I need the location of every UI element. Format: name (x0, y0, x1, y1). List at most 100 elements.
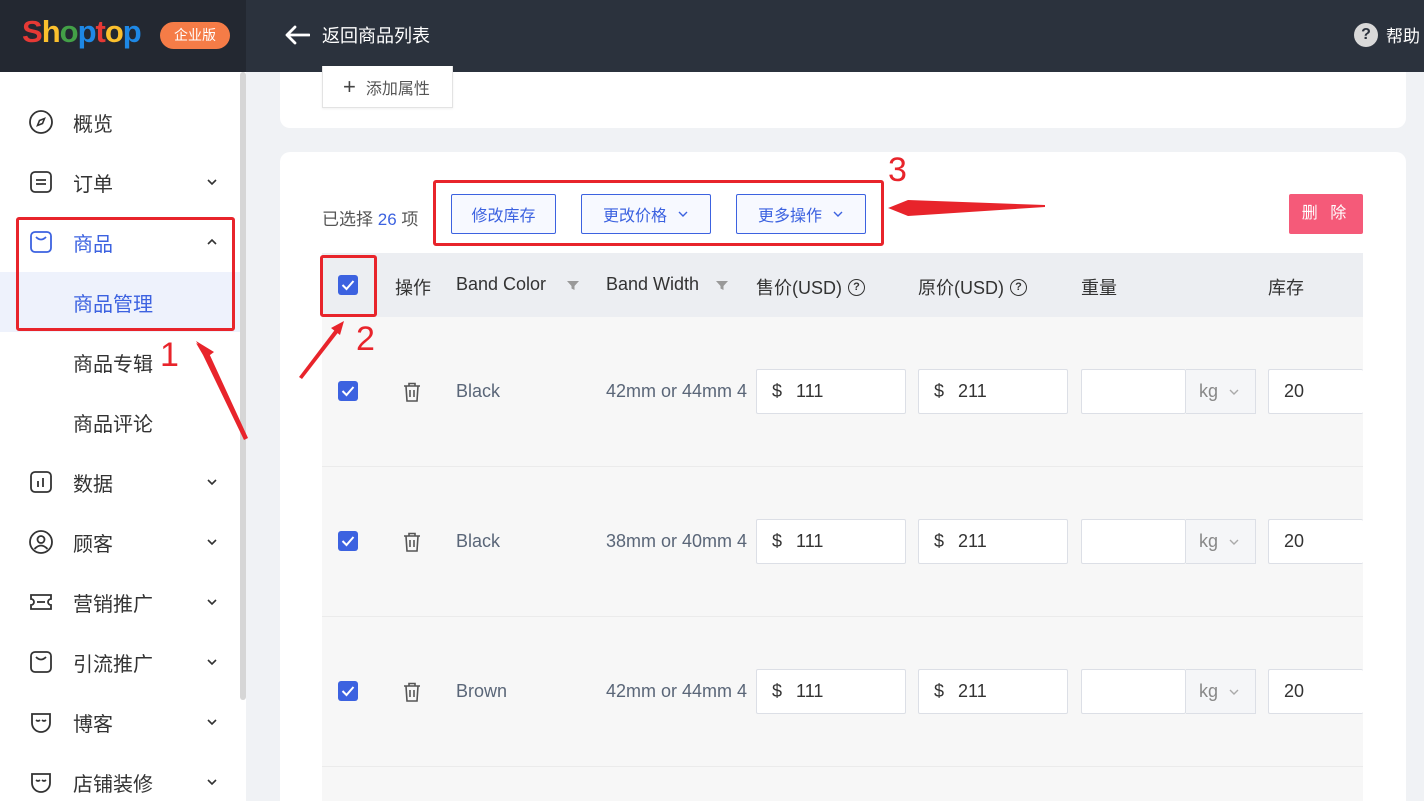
sidebar-subitem-collections[interactable]: 商品专辑 (0, 332, 240, 392)
stock-input[interactable]: 20 (1268, 519, 1363, 564)
currency-symbol: $ (934, 681, 945, 701)
chevron-down-icon (207, 659, 217, 666)
checkmark-icon (341, 536, 355, 547)
currency-symbol: $ (934, 381, 945, 401)
column-label: 库存 (1268, 278, 1304, 298)
add-attribute-button[interactable]: + 添加属性 (322, 66, 453, 108)
weight-unit-select[interactable]: kg (1186, 519, 1256, 564)
chevron-down-icon (207, 719, 217, 726)
back-label: 返回商品列表 (322, 26, 430, 46)
stock-input[interactable]: 20 (1268, 669, 1363, 714)
question-icon[interactable]: ? (1010, 278, 1027, 296)
price-value: 111 (796, 381, 824, 401)
currency-symbol: $ (934, 531, 945, 551)
sidebar-item-orders[interactable]: 订单 (0, 152, 240, 212)
price-input[interactable]: $111 (756, 369, 906, 414)
sidebar-item-marketing[interactable]: 营销推广 (0, 572, 240, 632)
unit-value: kg (1199, 531, 1219, 551)
help-label: 帮助 (1386, 27, 1420, 46)
column-label: Band Width (606, 274, 700, 294)
column-header-weight: 重量 (1081, 274, 1117, 300)
band-color-cell: Brown (456, 681, 508, 701)
sidebar-item-traffic[interactable]: 引流推广 (0, 632, 240, 692)
band-width-cell: 42mm or 44mm 4 (606, 381, 748, 401)
price-value: 111 (796, 681, 824, 701)
question-icon[interactable]: ? (848, 278, 865, 296)
column-label: 重量 (1081, 278, 1117, 298)
weight-input[interactable] (1081, 519, 1186, 564)
user-icon (29, 530, 53, 554)
bag-icon (30, 651, 52, 673)
stock-value: 20 (1284, 681, 1305, 701)
column-label: Band Color (456, 274, 547, 294)
sidebar-item-store-design[interactable]: 店铺装修 (0, 752, 240, 801)
row-checkbox[interactable] (338, 681, 358, 701)
sidebar-item-label: 顾客 (73, 533, 113, 556)
help-link[interactable]: ? 帮助 (1354, 22, 1420, 47)
weight-input[interactable] (1081, 369, 1186, 414)
back-to-list-link[interactable]: 返回商品列表 (284, 20, 430, 50)
weight-input[interactable] (1081, 669, 1186, 714)
blog-icon (31, 713, 51, 733)
chevron-down-icon (1229, 389, 1239, 395)
currency-symbol: $ (772, 381, 783, 401)
trash-icon[interactable] (402, 681, 422, 703)
arrow-left-icon (284, 25, 310, 45)
row-checkbox[interactable] (338, 531, 358, 551)
filter-icon[interactable] (715, 278, 729, 292)
sidebar-item-data[interactable]: 数据 (0, 452, 240, 512)
annotation-box-2 (320, 255, 377, 317)
original-price-input[interactable]: $211 (918, 519, 1068, 564)
column-label: 售价(USD) (756, 278, 842, 298)
sidebar-item-label: 博客 (73, 713, 113, 736)
store-icon (31, 773, 51, 793)
chevron-down-icon (207, 779, 217, 786)
sidebar-subitem-reviews[interactable]: 商品评论 (0, 392, 240, 452)
row-checkbox[interactable] (338, 381, 358, 401)
price-input[interactable]: $111 (756, 669, 906, 714)
plus-icon: + (343, 73, 356, 99)
sidebar-item-label: 营销推广 (73, 593, 153, 616)
order-icon (30, 171, 52, 193)
sidebar-item-label: 引流推广 (73, 653, 153, 676)
price-value: 111 (796, 531, 824, 551)
original-price-input[interactable]: $211 (918, 369, 1068, 414)
trash-icon[interactable] (402, 381, 422, 403)
compass-icon (29, 110, 53, 134)
sidebar-subitem-label: 商品专辑 (73, 354, 153, 376)
band-color-cell: Black (456, 381, 501, 401)
annotation-label-3: 3 (888, 151, 907, 189)
logo[interactable]: Shoptop (22, 14, 142, 50)
original-price-input[interactable]: $211 (918, 669, 1068, 714)
sidebar-item-customers[interactable]: 顾客 (0, 512, 240, 572)
selected-count: 已选择 26 项 (322, 205, 418, 230)
sidebar-scrollbar[interactable] (240, 72, 246, 700)
weight-unit-select[interactable]: kg (1186, 669, 1256, 714)
band-width-cell: 42mm or 44mm 4 (606, 681, 748, 701)
trash-icon[interactable] (402, 531, 422, 553)
chart-icon (30, 471, 52, 493)
column-header-price: 售价(USD) ? (756, 274, 865, 300)
band-width-cell: 38mm or 40mm 4 (606, 531, 748, 551)
selected-prefix: 已选择 (322, 210, 373, 229)
sidebar-item-overview[interactable]: 概览 (0, 92, 240, 152)
checkmark-icon (341, 386, 355, 397)
help-icon: ? (1354, 22, 1378, 47)
currency-symbol: $ (772, 681, 783, 701)
price-input[interactable]: $111 (756, 519, 906, 564)
column-header-stock: 库存 (1268, 274, 1304, 300)
column-header-band-width: Band Width (606, 274, 729, 295)
annotation-box-3 (433, 180, 884, 246)
weight-unit-select[interactable]: kg (1186, 369, 1256, 414)
original-price-value: 211 (958, 531, 987, 551)
sidebar-item-label: 订单 (73, 173, 113, 196)
annotation-box-1 (16, 217, 235, 331)
edition-badge: 企业版 (160, 22, 230, 49)
stock-input[interactable]: 20 (1268, 369, 1363, 414)
annotation-label-1: 1 (160, 336, 179, 374)
sidebar-item-blog[interactable]: 博客 (0, 692, 240, 752)
delete-button[interactable]: 删 除 (1289, 194, 1363, 234)
unit-value: kg (1199, 381, 1219, 401)
filter-icon[interactable] (566, 278, 580, 292)
column-label: 原价(USD) (918, 278, 1004, 298)
